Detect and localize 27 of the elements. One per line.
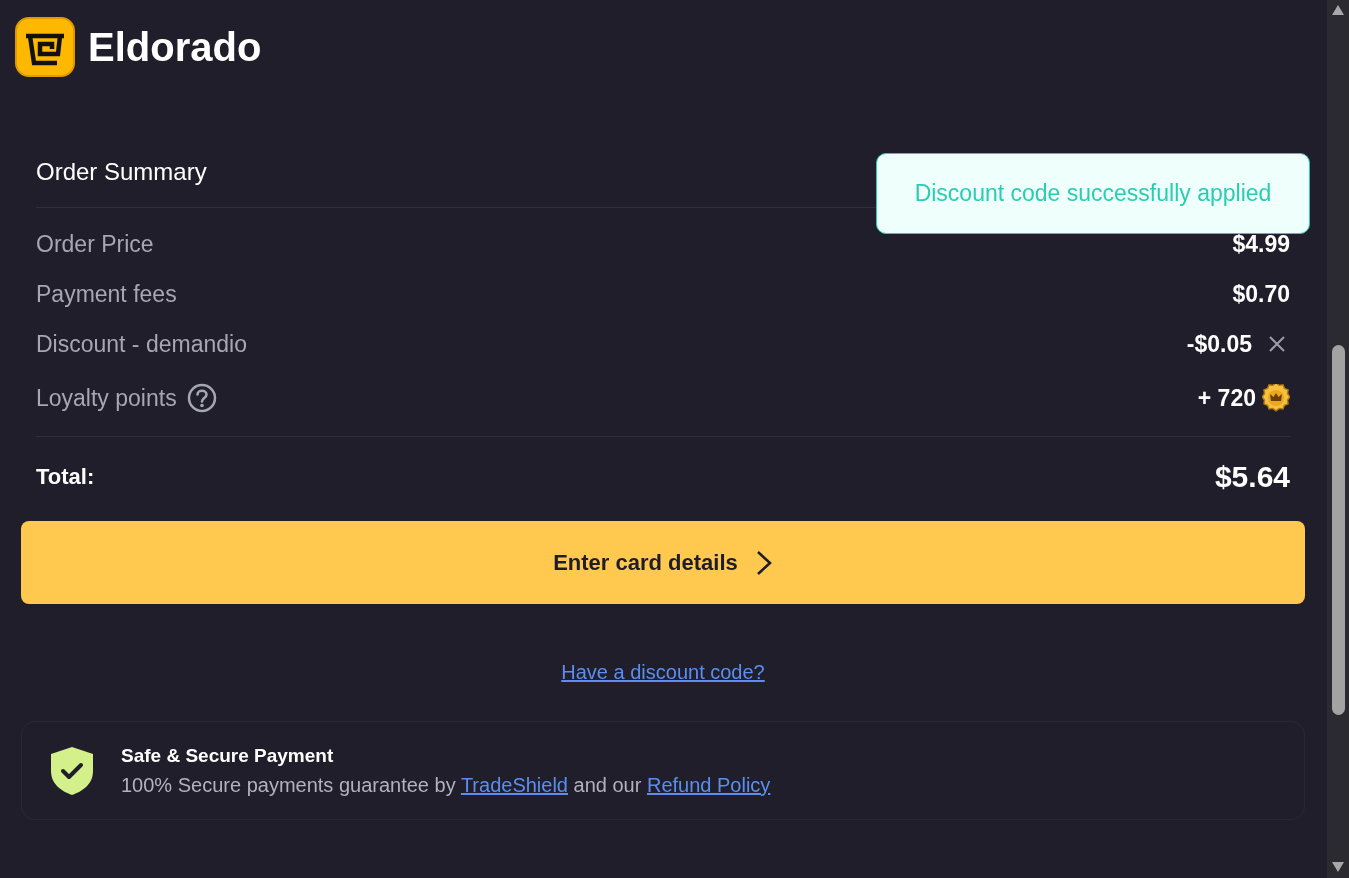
row-label: Payment fees [36,280,177,309]
row-value: $0.70 [1232,280,1290,309]
scroll-up-icon[interactable] [1332,5,1344,15]
discount-code-link[interactable]: Have a discount code? [561,657,765,687]
inline-link[interactable]: Refund Policy [646,773,771,796]
logo-text: Eldorado [88,24,262,70]
row-label: Order Price [36,230,154,259]
help-icon[interactable] [186,383,217,413]
secure-payment-title: Safe & Secure Payment [121,743,335,768]
close-icon[interactable] [1268,335,1286,353]
enter-card-details-button[interactable]: Enter card details [21,521,1305,604]
scrollbar[interactable] [1327,0,1349,878]
shield-check-icon [50,745,94,796]
scrollbar-thumb[interactable] [1331,345,1345,715]
inline-link[interactable]: TradeShield [460,773,568,796]
row-value: + 720 [1197,384,1256,413]
row-label: Discount - demandio [36,330,247,359]
row-value: -$0.05 [1186,330,1252,359]
crown-badge-icon [1262,384,1290,412]
total-label: Total: [36,463,95,491]
logo-icon[interactable] [15,17,75,77]
row-label: Loyalty points [36,384,177,413]
secure-payment-text: 100% Secure payments guarantee by TradeShield and our Refund Policy [121,772,771,798]
total-value: $5.64 [1214,459,1290,495]
section-title: Order Summary [36,157,207,187]
scroll-down-icon[interactable] [1332,862,1344,872]
toast-notification: Discount code successfully applied [876,153,1310,234]
